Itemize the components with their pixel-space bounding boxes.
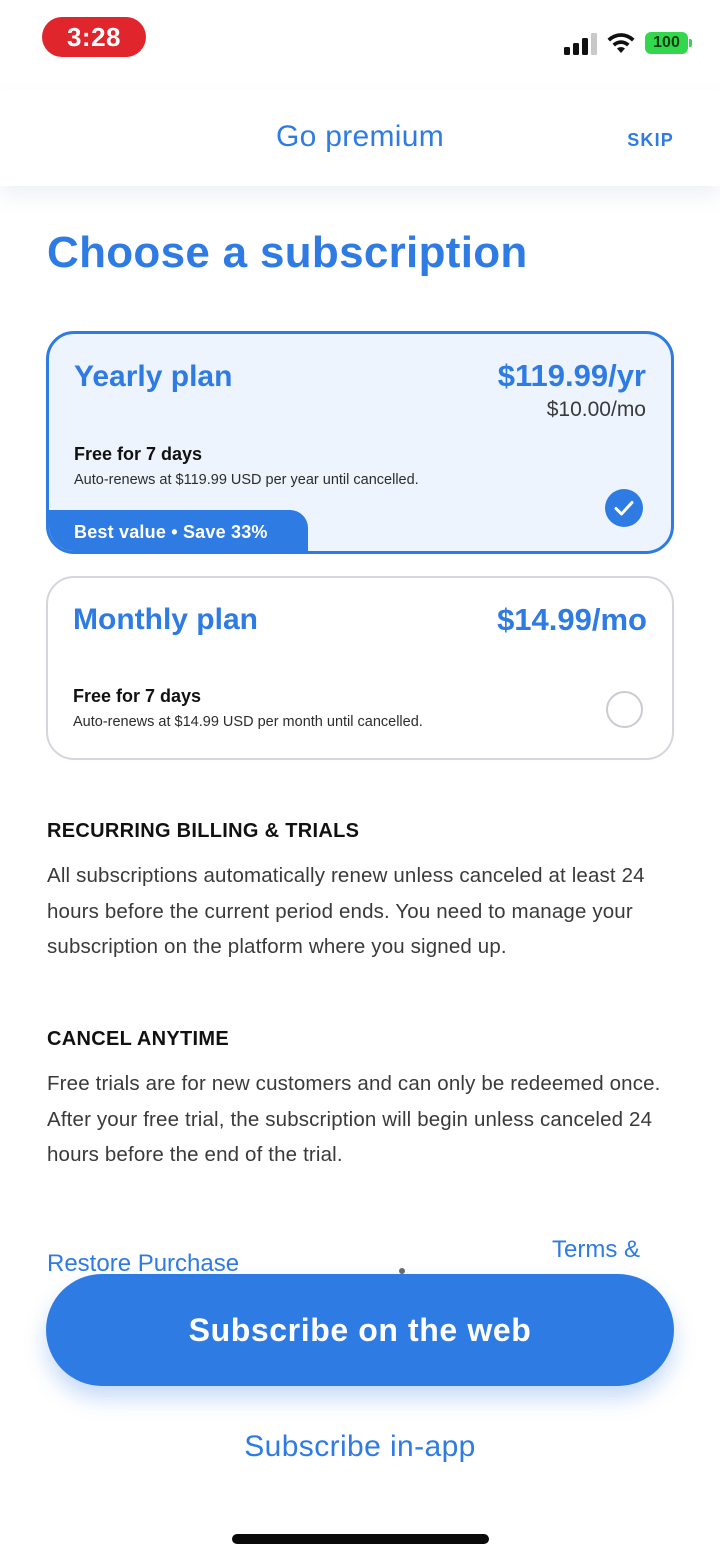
section-body: Free trials are for new customers and ca…: [47, 1072, 661, 1166]
monthly-plan-card[interactable]: Monthly plan $14.99/mo Free for 7 days A…: [46, 576, 674, 760]
plan-monthly-equivalent: $10.00/mo: [546, 398, 646, 421]
subscribe-web-button[interactable]: Subscribe on the web: [46, 1274, 674, 1386]
yearly-plan-card[interactable]: Yearly plan $119.99/yr $10.00/mo Free fo…: [46, 331, 674, 554]
trial-label: Free for 7 days: [73, 686, 202, 706]
home-indicator: [232, 1534, 489, 1544]
skip-button[interactable]: SKIP: [627, 130, 674, 151]
best-value-badge: Best value • Save 33%: [49, 510, 308, 551]
renew-text: Auto-renews at $14.99 USD per month unti…: [73, 714, 423, 730]
trial-label: Free for 7 days: [74, 444, 203, 464]
top-nav-bar: Go premium SKIP: [0, 90, 720, 186]
battery-icon: 100: [645, 32, 693, 54]
header-title: Go premium: [275, 120, 445, 153]
status-time: 3:28: [42, 17, 146, 57]
page-title: Choose a subscription: [47, 228, 528, 277]
plan-price: $14.99/mo: [497, 602, 647, 637]
section-heading: CANCEL ANYTIME: [47, 1028, 229, 1050]
terms-link[interactable]: Terms &: [552, 1236, 640, 1264]
subscribe-in-app-link[interactable]: Subscribe in-app: [0, 1430, 720, 1464]
battery-level: 100: [645, 32, 688, 54]
plan-name: Yearly plan: [74, 360, 233, 393]
section-body: All subscriptions automatically renew un…: [47, 864, 645, 958]
signal-icon: [564, 33, 598, 55]
status-bar: 3:28 100: [0, 0, 720, 80]
section-heading: RECURRING BILLING & TRIALS: [47, 820, 360, 842]
wifi-icon: [607, 33, 635, 53]
radio-empty-icon[interactable]: [606, 691, 643, 728]
checkmark-icon: [605, 489, 643, 527]
plan-price: $119.99/yr: [497, 358, 646, 393]
renew-text: Auto-renews at $119.99 USD per year unti…: [74, 472, 419, 488]
plan-name: Monthly plan: [73, 603, 258, 636]
